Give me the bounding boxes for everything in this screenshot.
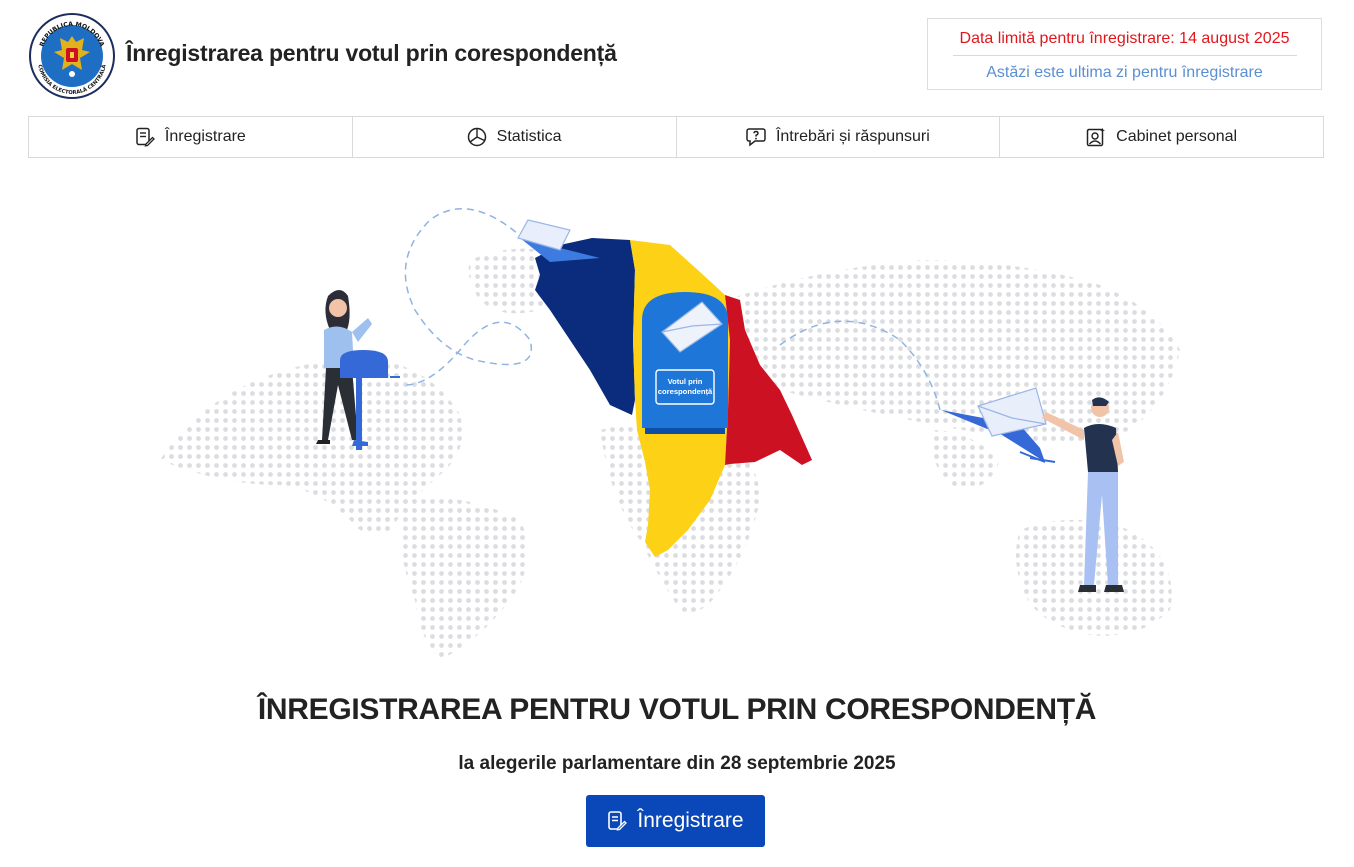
deadline-text: Data limită pentru înregistrare: 14 augu… [959, 30, 1290, 47]
mailbox-label-1: Votul prin [668, 377, 703, 386]
nav-label: Întrebări și răspunsuri [775, 128, 930, 145]
pie-chart-icon [467, 127, 486, 147]
deadline-note: Astăzi este ultima zi pentru înregistrar… [986, 64, 1263, 81]
nav-item-cabinet[interactable]: Cabinet personal [1000, 116, 1324, 158]
register-button-label: Înregistrare [637, 809, 744, 832]
nav-label: Cabinet personal [1116, 128, 1238, 145]
hero-illustration: Votul prin corespondență [160, 208, 1180, 660]
mailbox: Votul prin corespondență [642, 292, 728, 434]
main-nav: Înregistrare Statistica Întrebări și răs… [28, 116, 1324, 158]
mailbox-label-2: corespondență [658, 387, 713, 396]
cec-logo[interactable]: REPUBLICA MOLDOVA COMISIA ELECTORALĂ CEN… [28, 12, 116, 100]
nav-item-inregistrare[interactable]: Înregistrare [28, 116, 353, 158]
form-edit-icon [608, 811, 628, 831]
nav-item-intrebari[interactable]: Întrebări și răspunsuri [676, 116, 1001, 158]
deadline-box: Data limită pentru înregistrare: 14 augu… [927, 18, 1322, 90]
nav-item-statistica[interactable]: Statistica [352, 116, 677, 158]
header: REPUBLICA MOLDOVA COMISIA ELECTORALĂ CEN… [28, 12, 1324, 102]
user-card-icon [1086, 127, 1106, 147]
register-button[interactable]: Înregistrare [586, 795, 765, 847]
nav-label: Înregistrare [164, 128, 246, 145]
divider [952, 55, 1297, 56]
nav-label: Statistica [496, 128, 562, 145]
question-bubble-icon [746, 128, 766, 147]
sub-heading: la alegerile parlamentare din 28 septemb… [458, 753, 896, 774]
main-heading: ÎNREGISTRAREA PENTRU VOTUL PRIN CORESPON… [257, 693, 1097, 726]
app-title: Înregistrarea pentru votul prin corespon… [126, 40, 617, 66]
form-edit-icon [136, 127, 155, 147]
